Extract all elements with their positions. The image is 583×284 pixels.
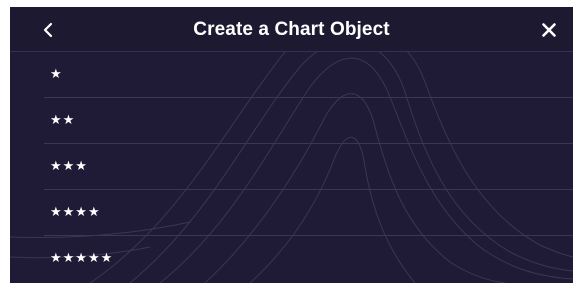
chart-object-dialog: Create a Chart Object ★ ★★ ★★★ ★★★★ ★★★★… (10, 7, 573, 283)
dialog-header: Create a Chart Object (10, 7, 573, 52)
rating-option-3-stars[interactable]: ★★★ (10, 144, 573, 190)
close-button[interactable] (535, 16, 563, 44)
rating-list: ★ ★★ ★★★ ★★★★ ★★★★★ (10, 52, 573, 282)
rating-option-5-stars[interactable]: ★★★★★ (10, 236, 573, 282)
rating-option-2-stars[interactable]: ★★ (10, 98, 573, 144)
chevron-left-icon (43, 22, 53, 38)
star-rating-label: ★★★★ (50, 205, 101, 220)
star-rating-label: ★★★★★ (50, 251, 114, 266)
dialog-title: Create a Chart Object (193, 19, 390, 40)
rating-option-1-star[interactable]: ★ (10, 52, 573, 98)
star-rating-label: ★★ (50, 113, 76, 128)
star-rating-label: ★★★ (50, 159, 88, 174)
close-icon (542, 23, 556, 37)
back-button[interactable] (34, 15, 64, 45)
star-rating-label: ★ (50, 67, 63, 82)
rating-option-4-stars[interactable]: ★★★★ (10, 190, 573, 236)
